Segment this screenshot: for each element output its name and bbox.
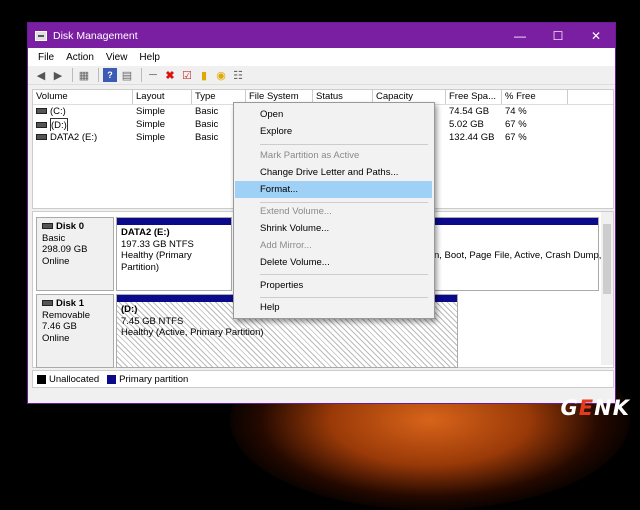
menu-separator	[260, 144, 428, 145]
unallocated-swatch	[37, 374, 46, 384]
import-icon[interactable]: ▮	[197, 68, 211, 82]
forward-icon[interactable]: ▶	[51, 68, 65, 82]
connect-icon[interactable]: ─	[146, 68, 160, 82]
drive-icon	[36, 134, 47, 141]
partition-health: Healthy (Primary Partition)	[121, 250, 192, 273]
menu-item-format[interactable]: Format...	[235, 181, 432, 198]
partition-e[interactable]: DATA2 (E:) 197.33 GB NTFS Healthy (Prima…	[116, 217, 232, 291]
disk-size: 7.46 GB	[42, 321, 77, 332]
disk-status: Online	[42, 255, 70, 267]
toolbar: ◀ ▶ ▦ ? ▤ ─ ✖ ☑ ▮ ◉ ☷	[28, 66, 615, 85]
console-tree-icon[interactable]: ▦	[77, 68, 91, 82]
menu-item-shrink-volume[interactable]: Shrink Volume...	[235, 220, 432, 237]
primary-partition-swatch	[107, 374, 117, 384]
partition-detail: 197.33 GB NTFS	[121, 238, 194, 250]
maximize-button[interactable]: ☐	[539, 23, 577, 48]
partition-health: n, Boot, Page File, Active, Crash Dump,	[434, 250, 602, 261]
menu-item-explore[interactable]: Explore	[235, 123, 432, 140]
disk-icon	[42, 300, 53, 307]
status-bar	[28, 389, 615, 403]
legend: Unallocated Primary partition	[32, 370, 614, 388]
volume-name: (D:)	[50, 118, 68, 131]
disk-0-label[interactable]: Disk 0 Basic 298.09 GB Online	[36, 217, 114, 291]
free-space-cell: 5.02 GB	[449, 119, 484, 130]
partition-health: Healthy (Active, Primary Partition)	[121, 327, 264, 338]
layout-cell: Simple	[136, 106, 166, 117]
menu-item-mark-active[interactable]: Mark Partition as Active	[235, 147, 432, 164]
drive-icon	[36, 122, 47, 129]
menu-item-help[interactable]: Help	[235, 299, 432, 316]
properties-icon[interactable]: ▤	[120, 68, 134, 82]
percent-free-cell: 67 %	[505, 119, 527, 130]
layout-cell: Simple	[136, 119, 166, 130]
column-free-space[interactable]: Free Spa...	[446, 90, 502, 104]
window-title: Disk Management	[53, 29, 138, 42]
menu-separator	[260, 297, 428, 298]
title-bar[interactable]: Disk Management — ☐ ✕	[28, 23, 615, 48]
menu-separator	[260, 274, 428, 275]
volume-name: (C:)	[50, 106, 66, 117]
menu-item-open[interactable]: Open	[235, 106, 432, 123]
menu-item-add-mirror[interactable]: Add Mirror...	[235, 237, 432, 254]
disk-management-icon	[35, 30, 47, 41]
minimize-button[interactable]: —	[501, 23, 539, 48]
check-icon[interactable]: ☑	[180, 68, 194, 82]
list-icon[interactable]: ☷	[231, 68, 245, 82]
menu-help[interactable]: Help	[133, 52, 166, 63]
delete-icon[interactable]: ✖	[163, 68, 177, 82]
percent-free-cell: 67 %	[505, 132, 527, 143]
scrollbar-thumb[interactable]	[603, 224, 611, 294]
menu-item-extend-volume[interactable]: Extend Volume...	[235, 203, 432, 220]
toolbar-divider	[141, 68, 142, 82]
disk-icon	[42, 223, 53, 230]
legend-primary-partition: Primary partition	[119, 373, 189, 385]
menu-item-properties[interactable]: Properties	[235, 277, 432, 294]
column-volume[interactable]: Volume	[33, 90, 133, 104]
drive-icon	[36, 108, 47, 115]
vertical-scrollbar[interactable]	[601, 212, 613, 365]
percent-free-cell: 74 %	[505, 106, 527, 117]
partition-name: (D:)	[121, 304, 138, 315]
legend-unallocated: Unallocated	[49, 373, 100, 385]
free-space-cell: 132.44 GB	[449, 132, 495, 143]
free-space-cell: 74.54 GB	[449, 106, 490, 117]
toolbar-divider	[72, 68, 73, 82]
menu-bar: File Action View Help	[28, 48, 615, 66]
disk-name: Disk 1	[56, 298, 84, 309]
menu-item-change-drive-letter[interactable]: Change Drive Letter and Paths...	[235, 164, 432, 181]
disk-size: 298.09 GB	[42, 244, 88, 255]
disk-1-label[interactable]: Disk 1 Removable 7.46 GB Online	[36, 294, 114, 368]
volume-name: DATA2 (E:)	[50, 132, 98, 143]
menu-item-delete-volume[interactable]: Delete Volume...	[235, 254, 432, 271]
menu-action[interactable]: Action	[60, 52, 100, 63]
menu-file[interactable]: File	[32, 52, 60, 63]
disk-type: Basic	[42, 232, 66, 244]
layout-cell: Simple	[136, 132, 166, 143]
toolbar-divider	[98, 68, 99, 82]
disk-type: Removable	[42, 309, 91, 321]
disk-status: Online	[42, 332, 70, 344]
genk-watermark: GENK	[560, 396, 630, 420]
partition-name: DATA2 (E:)	[121, 227, 170, 238]
column-percent-free[interactable]: % Free	[502, 90, 568, 104]
close-button[interactable]: ✕	[577, 23, 615, 48]
disk-name: Disk 0	[56, 221, 84, 232]
rescan-icon[interactable]: ◉	[214, 68, 228, 82]
column-layout[interactable]: Layout	[133, 90, 192, 104]
help-icon[interactable]: ?	[103, 68, 117, 82]
context-menu: Open Explore Mark Partition as Active Ch…	[233, 102, 435, 319]
back-icon[interactable]: ◀	[34, 68, 48, 82]
partition-detail: 7.45 GB NTFS	[121, 315, 184, 327]
menu-view[interactable]: View	[100, 52, 134, 63]
